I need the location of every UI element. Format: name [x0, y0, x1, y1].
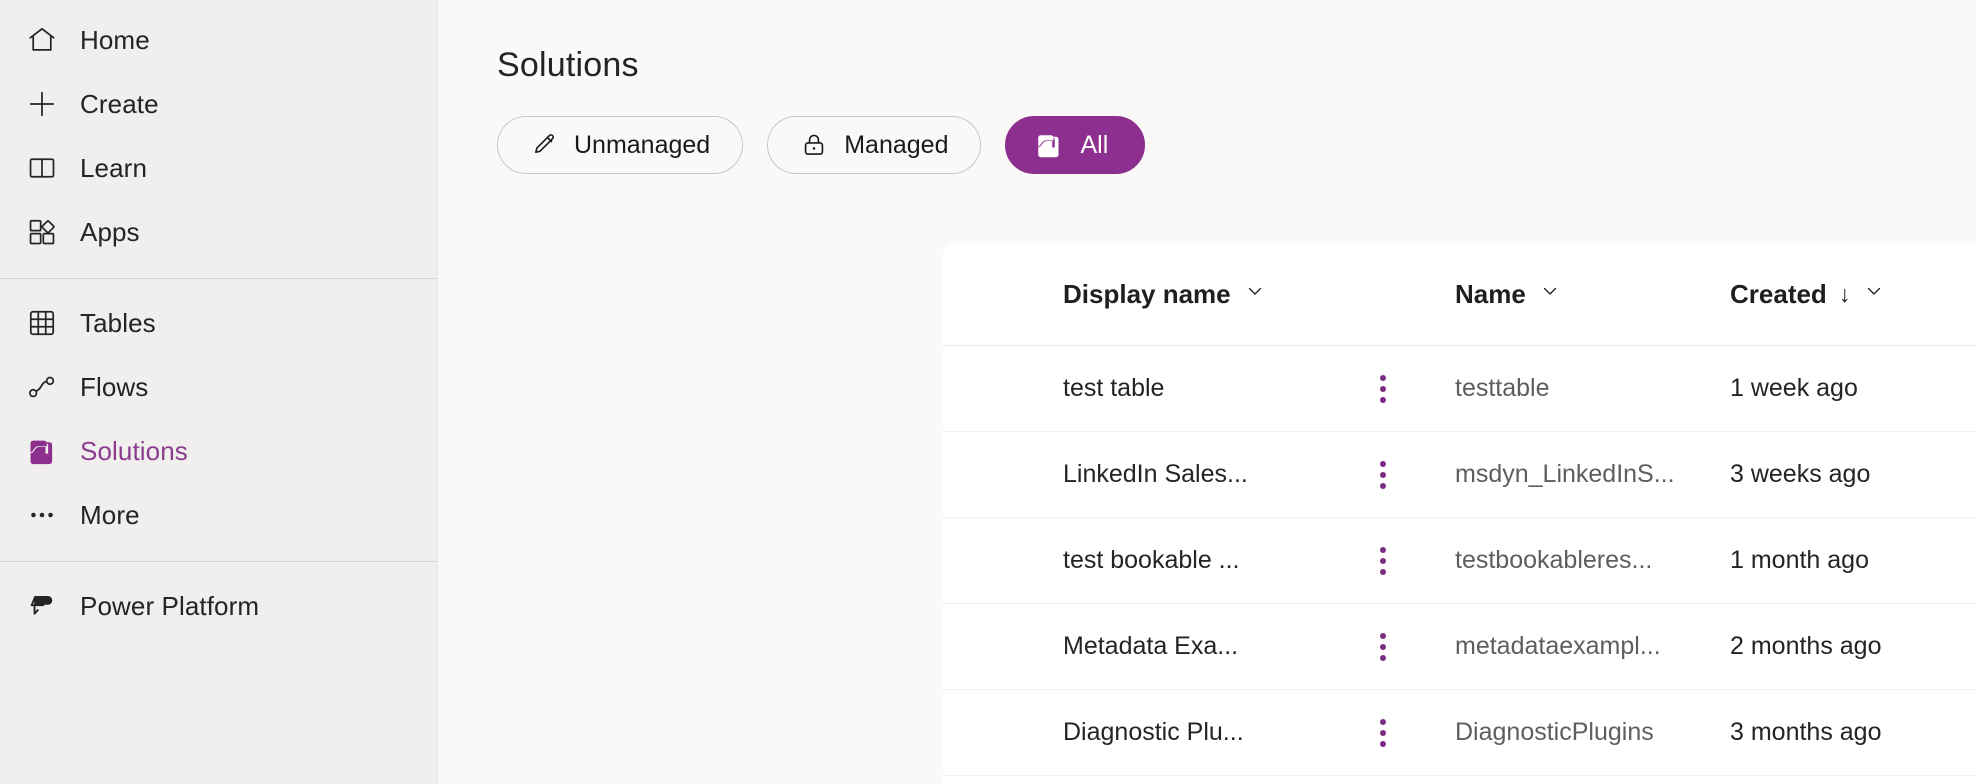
chevron-down-icon	[1862, 279, 1886, 310]
filter-managed-button[interactable]: Managed	[767, 116, 982, 174]
main-content: Solutions Unmanaged Managed All Display …	[438, 0, 1976, 784]
left-navigation-sidebar: Home Create Learn Apps Tables Flows Solu…	[0, 0, 438, 784]
column-header-label: Display name	[1063, 278, 1231, 309]
cell-created: 3 months ago	[1730, 718, 1882, 746]
home-icon	[14, 24, 70, 56]
filter-label: All	[1080, 130, 1109, 159]
display-name-text: LinkedIn Sales...	[1063, 460, 1248, 488]
cell-name: metadataexampl...	[1455, 632, 1661, 660]
cell-created: 3 weeks ago	[1730, 460, 1871, 488]
nav-group-footer: Power Platform	[0, 574, 437, 638]
sidebar-item-home[interactable]: Home	[0, 8, 437, 72]
filter-label: Managed	[844, 130, 949, 159]
sort-descending-icon: ↓	[1838, 280, 1851, 307]
row-overflow-menu-icon[interactable]	[1380, 718, 1386, 747]
pencil-icon	[530, 131, 558, 159]
display-name-text: Diagnostic Plu...	[1063, 718, 1244, 746]
column-header-label: Name	[1455, 278, 1526, 309]
solutions-page: Home Create Learn Apps Tables Flows Solu…	[0, 0, 1976, 784]
sidebar-item-solutions[interactable]: Solutions	[0, 419, 437, 483]
sidebar-item-tables[interactable]: Tables	[0, 291, 437, 355]
sidebar-divider-1	[0, 278, 437, 279]
sidebar-item-label: Home	[80, 24, 150, 55]
sidebar-item-label: Solutions	[80, 435, 188, 466]
flow-icon	[14, 371, 70, 403]
display-name-text: test table	[1063, 374, 1165, 402]
table-row[interactable]: LinkedIn Sales... msdyn_LinkedInS... 3 w…	[943, 432, 1976, 518]
row-overflow-menu-icon[interactable]	[1380, 374, 1386, 403]
cell-name: DiagnosticPlugins	[1455, 718, 1654, 746]
cell-display-name[interactable]: Metadata Exa...	[1063, 632, 1455, 661]
table-header-row: Display name Name Created ↓	[943, 243, 1976, 346]
cell-display-name[interactable]: Diagnostic Plu...	[1063, 718, 1455, 747]
nav-group-primary: Home Create Learn Apps	[0, 8, 437, 264]
table-row[interactable]: test bookable ... testbookableres... 1 m…	[943, 518, 1976, 604]
table-row[interactable]: test table testtable 1 week ago 1.0.0.1 …	[943, 346, 1976, 432]
sidebar-item-learn[interactable]: Learn	[0, 136, 437, 200]
solution-filter-bar: Unmanaged Managed All	[497, 116, 1976, 174]
lock-icon	[800, 131, 828, 159]
page-title: Solutions	[497, 46, 639, 84]
column-header-name[interactable]: Name	[1455, 279, 1730, 310]
filter-unmanaged-button[interactable]: Unmanaged	[497, 116, 744, 174]
table-icon	[14, 307, 70, 339]
cell-display-name[interactable]: test bookable ...	[1063, 546, 1455, 575]
solutions-icon	[14, 435, 70, 467]
chevron-down-icon	[1538, 279, 1562, 310]
table-row[interactable]: Diagnostic Plu... DiagnosticPlugins 3 mo…	[943, 690, 1976, 776]
column-header-label: Created	[1730, 278, 1827, 309]
apps-icon	[14, 216, 70, 248]
filter-label: Unmanaged	[574, 130, 711, 159]
sidebar-item-apps[interactable]: Apps	[0, 200, 437, 264]
sidebar-item-label: Flows	[80, 371, 149, 402]
chevron-down-icon	[1243, 279, 1267, 310]
row-overflow-menu-icon[interactable]	[1380, 632, 1386, 661]
cell-name: testtable	[1455, 374, 1550, 402]
cell-display-name[interactable]: test table	[1063, 374, 1455, 403]
cell-created: 1 month ago	[1730, 546, 1869, 574]
sidebar-item-create[interactable]: Create	[0, 72, 437, 136]
cell-created: 1 week ago	[1730, 374, 1858, 402]
power-platform-icon	[14, 590, 70, 622]
sidebar-item-flows[interactable]: Flows	[0, 355, 437, 419]
sidebar-item-label: Learn	[80, 152, 147, 183]
solutions-icon	[1034, 130, 1064, 160]
sidebar-item-label: Power Platform	[80, 590, 260, 621]
sidebar-item-label: Create	[80, 88, 159, 119]
table-row[interactable]: Metadata Exa... metadataexampl... 2 mont…	[943, 604, 1976, 690]
sidebar-item-power-platform[interactable]: Power Platform	[0, 574, 437, 638]
sidebar-item-label: Apps	[80, 216, 140, 247]
cell-name: msdyn_LinkedInS...	[1455, 460, 1675, 488]
cell-name: testbookableres...	[1455, 546, 1653, 574]
column-header-display-name[interactable]: Display name	[1063, 279, 1455, 310]
book-icon	[14, 152, 70, 184]
row-overflow-menu-icon[interactable]	[1380, 460, 1386, 489]
sidebar-item-more[interactable]: More	[0, 483, 437, 547]
nav-group-secondary: Tables Flows Solutions More	[0, 291, 437, 547]
row-overflow-menu-icon[interactable]	[1380, 546, 1386, 575]
column-header-created[interactable]: Created ↓	[1730, 279, 1976, 310]
sidebar-divider-2	[0, 561, 437, 562]
solutions-table: Display name Name Created ↓ test table t…	[943, 243, 1976, 784]
display-name-text: Metadata Exa...	[1063, 632, 1239, 660]
cell-display-name[interactable]: LinkedIn Sales...	[1063, 460, 1455, 489]
ellipsis-icon	[14, 499, 70, 531]
cell-created: 2 months ago	[1730, 632, 1882, 660]
sidebar-item-label: More	[80, 499, 140, 530]
display-name-text: test bookable ...	[1063, 546, 1240, 574]
filter-all-button[interactable]: All	[1005, 116, 1146, 174]
sidebar-item-label: Tables	[80, 307, 156, 338]
plus-icon	[14, 88, 70, 120]
